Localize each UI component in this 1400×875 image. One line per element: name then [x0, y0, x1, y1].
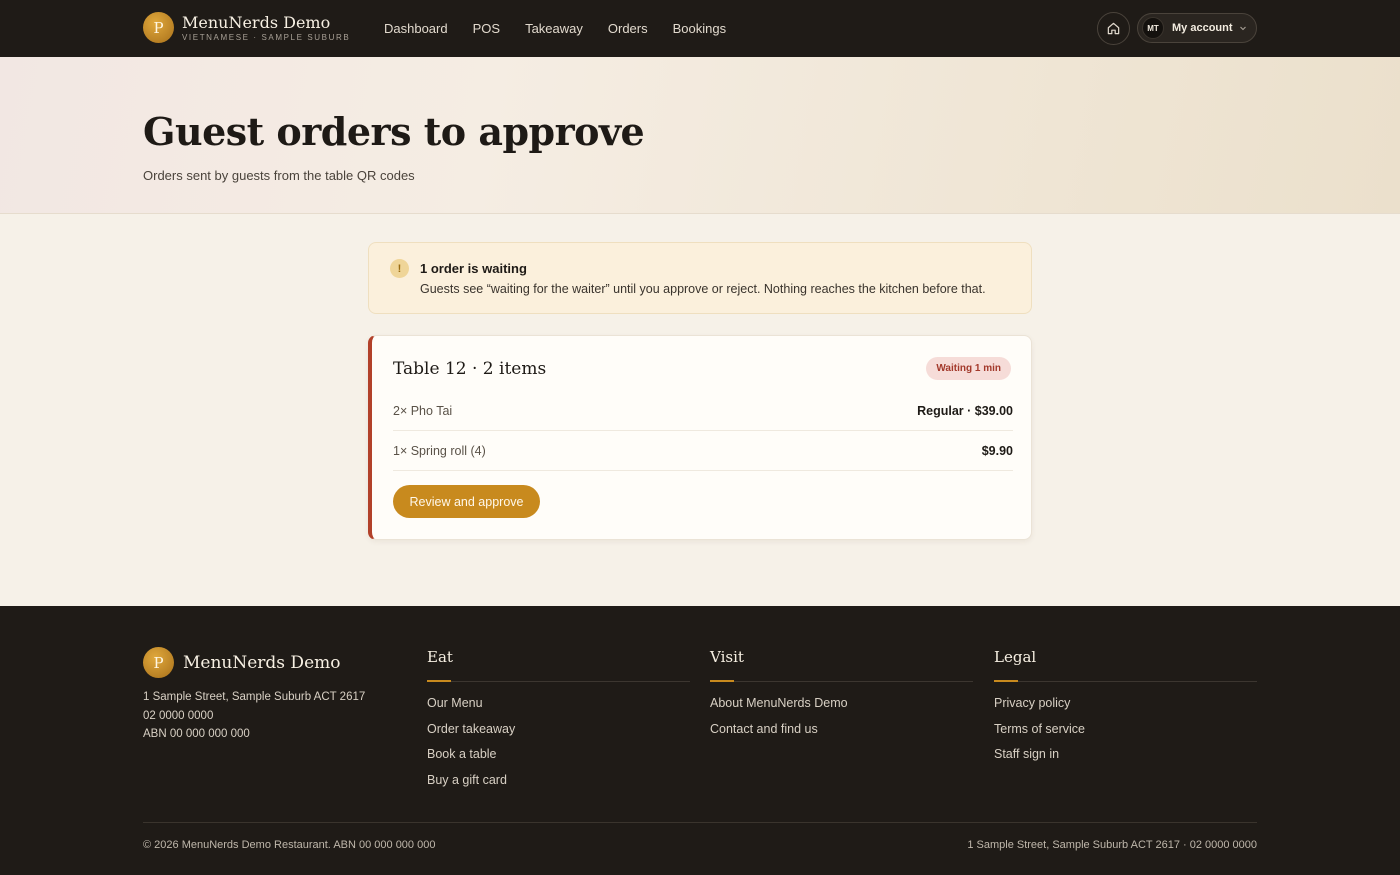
status-badge: Waiting 1 min [926, 357, 1011, 380]
footer-bottom-address: 1 Sample Street, Sample Suburb ACT 2617 … [967, 839, 1257, 851]
page-header: Guest orders to approve Orders sent by g… [0, 57, 1400, 214]
order-title: Table 12 · 2 items [393, 359, 547, 379]
footer-column-title: Visit [710, 648, 744, 666]
alert-text: Guests see “waiting for the waiter” unti… [420, 282, 986, 296]
footer-column-title: Eat [427, 648, 453, 666]
account-label: My account [1172, 22, 1233, 34]
footer-link-privacy[interactable]: Privacy policy [994, 696, 1257, 722]
footer-column-divider [994, 680, 1257, 682]
brand-logo-link[interactable]: P MenuNerds Demo VIETNAMESE · SAMPLE SUB… [143, 12, 350, 43]
order-item-row: 2× Pho Tai Regular · $39.00 [393, 391, 1013, 431]
item-name: 2× Pho Tai [393, 403, 453, 418]
footer-brand[interactable]: P MenuNerds Demo [143, 647, 340, 678]
nav-pos[interactable]: POS [473, 21, 500, 36]
footer-abn: ABN 00 000 000 000 [143, 728, 250, 740]
footer-link-book-table[interactable]: Book a table [427, 747, 690, 773]
exclamation-icon: ! [390, 259, 409, 278]
footer-address: 1 Sample Street, Sample Suburb ACT 2617 [143, 691, 366, 703]
item-price: $9.90 [981, 443, 1013, 458]
footer-column-legal: Legal Privacy policy Terms of service St… [994, 648, 1257, 773]
account-menu-button[interactable]: MT My account [1137, 13, 1257, 43]
site-footer: P MenuNerds Demo 1 Sample Street, Sample… [0, 606, 1400, 875]
nav-takeaway[interactable]: Takeaway [525, 21, 583, 36]
footer-link-gift-card[interactable]: Buy a gift card [427, 773, 690, 799]
footer-link-contact[interactable]: Contact and find us [710, 722, 973, 748]
footer-phone: 02 0000 0000 [143, 710, 214, 722]
footer-link-order-takeaway[interactable]: Order takeaway [427, 722, 690, 748]
review-approve-button[interactable]: Review and approve [393, 485, 540, 518]
item-price: Regular · $39.00 [917, 403, 1013, 418]
footer-column-divider [427, 680, 690, 682]
footer-brand-name: MenuNerds Demo [183, 652, 341, 673]
nav-orders[interactable]: Orders [608, 21, 648, 36]
home-button[interactable] [1097, 12, 1130, 45]
footer-column-divider [710, 680, 973, 682]
nav-bookings[interactable]: Bookings [673, 21, 726, 36]
footer-link-terms[interactable]: Terms of service [994, 722, 1257, 748]
main-nav: Dashboard POS Takeaway Orders Bookings [384, 0, 751, 57]
brand-subtitle: VIETNAMESE · SAMPLE SUBURB [182, 32, 351, 42]
avatar: MT [1142, 17, 1164, 39]
order-item-row: 1× Spring roll (4) $9.90 [393, 431, 1013, 471]
footer-column-visit: Visit About MenuNerds Demo Contact and f… [710, 648, 973, 747]
item-name: 1× Spring roll (4) [393, 443, 486, 458]
alert-title: 1 order is waiting [420, 261, 527, 276]
chevron-down-icon [1239, 24, 1247, 32]
waiting-alert: ! 1 order is waiting Guests see “waiting… [368, 242, 1032, 314]
footer-link-our-menu[interactable]: Our Menu [427, 696, 690, 722]
brand-name: MenuNerds Demo [182, 12, 331, 32]
home-icon [1107, 22, 1120, 35]
footer-copyright: © 2026 MenuNerds Demo Restaurant. ABN 00… [143, 839, 436, 851]
order-card: Table 12 · 2 items Waiting 1 min 2× Pho … [368, 335, 1032, 540]
footer-link-staff-sign-in[interactable]: Staff sign in [994, 747, 1257, 773]
page-title: Guest orders to approve [143, 109, 645, 154]
page-subtitle: Orders sent by guests from the table QR … [143, 168, 415, 183]
logo-badge: P [143, 12, 174, 43]
footer-link-about[interactable]: About MenuNerds Demo [710, 696, 973, 722]
logo-badge: P [143, 647, 174, 678]
footer-divider [143, 822, 1257, 823]
nav-dashboard[interactable]: Dashboard [384, 21, 448, 36]
brand-text: MenuNerds Demo VIETNAMESE · SAMPLE SUBUR… [182, 13, 350, 43]
footer-column-title: Legal [994, 648, 1037, 666]
top-navbar: P MenuNerds Demo VIETNAMESE · SAMPLE SUB… [0, 0, 1400, 57]
footer-column-eat: Eat Our Menu Order takeaway Book a table… [427, 648, 690, 798]
